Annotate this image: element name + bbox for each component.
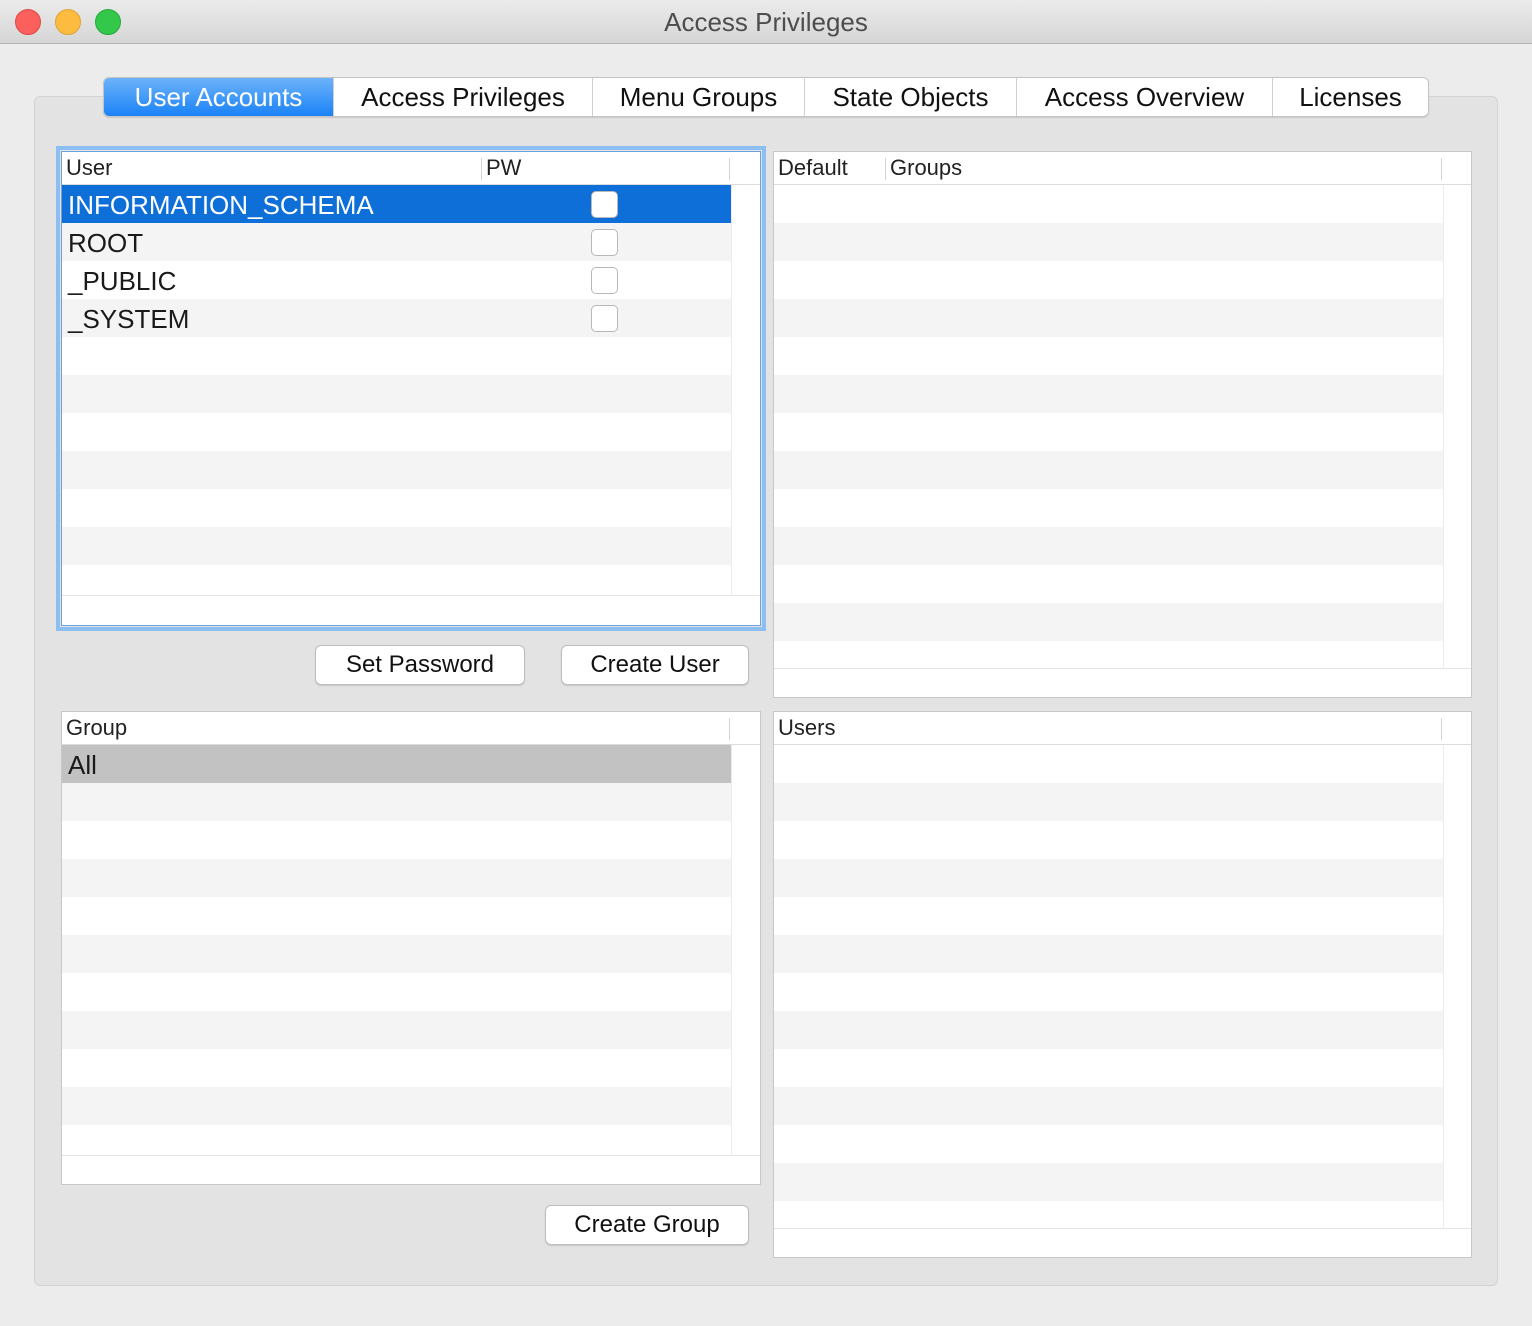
column-separator xyxy=(729,718,730,740)
empty-row xyxy=(774,1011,1443,1049)
empty-row xyxy=(774,413,1443,451)
empty-row xyxy=(62,489,731,527)
table-row[interactable]: INFORMATION_SCHEMA xyxy=(62,185,731,223)
empty-row xyxy=(62,337,731,375)
user-name-cell: ROOT xyxy=(68,228,144,258)
empty-row xyxy=(62,821,731,859)
user-name-cell: _PUBLIC xyxy=(68,266,177,296)
empty-row xyxy=(774,337,1443,375)
tab-bar: User Accounts Access Privileges Menu Gro… xyxy=(103,77,1429,117)
table-row[interactable]: All xyxy=(62,745,731,783)
empty-row xyxy=(774,783,1443,821)
horizontal-scrollbar[interactable] xyxy=(774,668,1471,697)
user-name-cell: _SYSTEM xyxy=(68,304,190,334)
user-groups-table-header: Default Groups xyxy=(774,152,1471,185)
empty-row xyxy=(62,1125,731,1155)
vertical-scrollbar[interactable] xyxy=(731,185,760,596)
empty-row xyxy=(62,973,731,1011)
tab-user-accounts[interactable]: User Accounts xyxy=(104,78,333,116)
create-user-button[interactable]: Create User xyxy=(561,645,749,685)
empty-row xyxy=(774,821,1443,859)
window-title: Access Privileges xyxy=(664,7,868,37)
table-row[interactable]: ROOT xyxy=(62,223,731,261)
empty-row xyxy=(62,413,731,451)
pw-checkbox[interactable] xyxy=(591,191,618,218)
empty-row xyxy=(774,451,1443,489)
group-users-table-rows xyxy=(774,745,1443,1257)
horizontal-scrollbar[interactable] xyxy=(774,1228,1471,1257)
pw-column-header[interactable]: PW xyxy=(482,152,521,185)
empty-row xyxy=(62,565,731,595)
tab-licenses[interactable]: Licenses xyxy=(1272,78,1428,116)
empty-row xyxy=(774,375,1443,413)
horizontal-scrollbar[interactable] xyxy=(62,1155,760,1184)
empty-row xyxy=(62,1049,731,1087)
empty-row xyxy=(62,859,731,897)
users-table-header: User PW xyxy=(62,152,760,185)
groups-table-header: Group xyxy=(62,712,760,745)
empty-row xyxy=(774,603,1443,641)
empty-row xyxy=(62,451,731,489)
users-table-rows: INFORMATION_SCHEMA ROOT _PUBLIC _SYSTEM xyxy=(62,185,731,595)
title-bar: Access Privileges xyxy=(0,0,1532,44)
tab-access-overview[interactable]: Access Overview xyxy=(1016,78,1272,116)
user-column-header[interactable]: User xyxy=(62,152,112,185)
vertical-scrollbar[interactable] xyxy=(1443,185,1471,669)
empty-row xyxy=(774,1049,1443,1087)
empty-row xyxy=(62,1011,731,1049)
empty-row xyxy=(62,1087,731,1125)
tab-access-privileges[interactable]: Access Privileges xyxy=(333,78,592,116)
empty-row xyxy=(774,1125,1443,1163)
group-name-cell: All xyxy=(68,750,97,780)
empty-row xyxy=(774,185,1443,223)
empty-row xyxy=(62,935,731,973)
empty-row xyxy=(774,223,1443,261)
empty-row xyxy=(774,261,1443,299)
column-separator xyxy=(729,158,730,180)
group-users-table-header: Users xyxy=(774,712,1471,745)
group-column-header[interactable]: Group xyxy=(62,712,127,745)
users-table[interactable]: User PW INFORMATION_SCHEMA ROOT _PUBLIC … xyxy=(56,146,766,631)
set-password-button[interactable]: Set Password xyxy=(315,645,525,685)
empty-row xyxy=(774,935,1443,973)
group-users-table[interactable]: Users xyxy=(773,711,1472,1258)
empty-row xyxy=(62,897,731,935)
empty-row xyxy=(774,1087,1443,1125)
empty-row xyxy=(774,1163,1443,1201)
groups-table-rows: All xyxy=(62,745,731,1155)
horizontal-scrollbar[interactable] xyxy=(62,595,760,625)
column-separator xyxy=(1441,718,1442,740)
empty-row xyxy=(62,375,731,413)
tab-state-objects[interactable]: State Objects xyxy=(804,78,1016,116)
empty-row xyxy=(774,489,1443,527)
groups-table[interactable]: Group All xyxy=(61,711,761,1185)
user-groups-table-rows xyxy=(774,185,1443,697)
empty-row xyxy=(774,859,1443,897)
empty-row xyxy=(774,897,1443,935)
table-row[interactable]: _SYSTEM xyxy=(62,299,731,337)
vertical-scrollbar[interactable] xyxy=(1443,745,1471,1229)
empty-row xyxy=(62,527,731,565)
vertical-scrollbar[interactable] xyxy=(731,745,760,1155)
tab-menu-groups[interactable]: Menu Groups xyxy=(592,78,804,116)
user-name-cell: INFORMATION_SCHEMA xyxy=(68,190,374,220)
create-group-button[interactable]: Create Group xyxy=(545,1205,749,1245)
column-separator xyxy=(1441,158,1442,180)
groups-column-header[interactable]: Groups xyxy=(886,152,962,185)
user-groups-table[interactable]: Default Groups xyxy=(773,151,1472,698)
empty-row xyxy=(774,745,1443,783)
empty-row xyxy=(774,565,1443,603)
pw-checkbox[interactable] xyxy=(591,229,618,256)
empty-row xyxy=(774,973,1443,1011)
default-column-header[interactable]: Default xyxy=(774,152,848,185)
empty-row xyxy=(774,299,1443,337)
users-column-header[interactable]: Users xyxy=(774,712,835,745)
empty-row xyxy=(774,527,1443,565)
empty-row xyxy=(62,783,731,821)
pw-checkbox[interactable] xyxy=(591,267,618,294)
pw-checkbox[interactable] xyxy=(591,305,618,332)
table-row[interactable]: _PUBLIC xyxy=(62,261,731,299)
